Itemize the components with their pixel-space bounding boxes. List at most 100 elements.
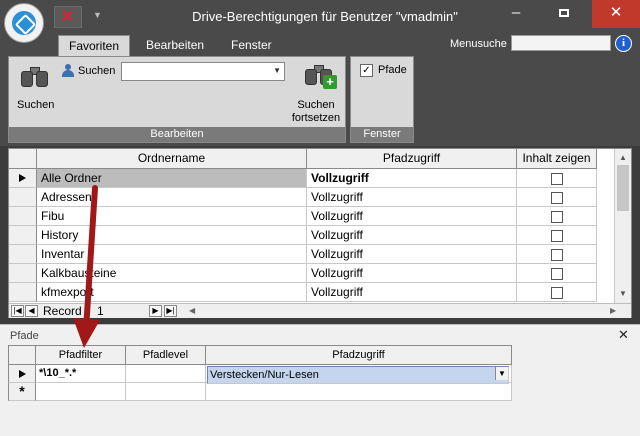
tab-fenster[interactable]: Fenster	[221, 35, 282, 56]
cell-ordnername[interactable]: Inventar	[37, 245, 307, 264]
vertical-scrollbar[interactable]: ▲ ▼	[614, 149, 631, 303]
suchen-label: Suchen	[78, 65, 116, 77]
inhalt-zeigen-checkbox[interactable]	[551, 230, 563, 242]
record-number-input[interactable]: 1	[97, 304, 104, 318]
suchen-button[interactable]: Suchen	[17, 99, 54, 111]
cell-pfadzugriff[interactable]: Vollzugriff	[307, 226, 517, 245]
new-row-marker[interactable]: *	[8, 383, 36, 401]
next-record-icon[interactable]: ▶	[149, 305, 162, 317]
column-header-pfadfilter[interactable]: Pfadfilter	[36, 345, 126, 365]
pfade-checkbox[interactable]: ✓	[360, 64, 373, 77]
user-icon	[61, 64, 75, 78]
menusuche-label: Menusuche	[450, 38, 507, 50]
table-row[interactable]: Kalkbausteine Vollzugriff	[9, 264, 609, 283]
column-header-inhalt-zeigen[interactable]: Inhalt zeigen	[517, 149, 597, 169]
new-record-row[interactable]: *	[8, 383, 512, 401]
binoculars-icon[interactable]	[21, 65, 49, 87]
table-row[interactable]: kfmexport Vollzugriff	[9, 283, 609, 302]
cell-pfadlevel[interactable]	[126, 365, 206, 383]
pfadzugriff-combo[interactable]: Verstecken/Nur-Lesen ▼	[207, 366, 509, 384]
row-selector[interactable]	[9, 169, 37, 188]
app-logo-icon[interactable]	[4, 3, 44, 43]
inhalt-zeigen-checkbox[interactable]	[551, 249, 563, 261]
last-record-icon[interactable]: ▶|	[164, 305, 177, 317]
select-all-cell[interactable]	[8, 345, 36, 365]
cell-pfadzugriff[interactable]: Vollzugriff	[307, 283, 517, 302]
quick-access-dropdown-icon[interactable]: ▼	[93, 10, 102, 20]
cell-pfadzugriff[interactable]: Vollzugriff	[307, 188, 517, 207]
table-row[interactable]: History Vollzugriff	[9, 226, 609, 245]
table-row[interactable]: Alle Ordner Vollzugriff	[9, 169, 609, 188]
cell-pfadzugriff[interactable]: Vollzugriff	[307, 264, 517, 283]
close-icon[interactable]: ✕	[618, 327, 629, 343]
binoculars-plus-icon[interactable]: +	[305, 63, 337, 89]
close-button[interactable]: ✕	[592, 0, 640, 28]
group-label-bearbeiten: Bearbeiten	[9, 127, 345, 142]
row-selector[interactable]	[9, 283, 37, 302]
cell-pfadzugriff[interactable]: Vollzugriff	[307, 245, 517, 264]
cell-ordnername[interactable]: Fibu	[37, 207, 307, 226]
pfade-panel: Pfade ✕ Pfadfilter Pfadlevel Pfadzugriff…	[0, 324, 640, 436]
cell-pfadlevel[interactable]	[126, 383, 206, 401]
record-navigator: |◀ ◀ Record 1 ▶ ▶| ◀ ▶	[9, 303, 631, 318]
cell-pfadzugriff[interactable]: Vollzugriff	[307, 169, 517, 188]
chevron-down-icon[interactable]: ▼	[273, 66, 281, 75]
table-row[interactable]: *\10_*.* Verstecken/Nur-Lesen ▼	[8, 365, 512, 384]
ribbon-body: Suchen Suchen ▼ + Suchen fortsetzen Bear…	[0, 56, 640, 146]
cell-ordnername[interactable]: History	[37, 226, 307, 245]
pfade-panel-title: Pfade	[10, 330, 39, 342]
scroll-up-icon[interactable]: ▲	[619, 153, 627, 162]
row-selector[interactable]	[8, 365, 36, 383]
folders-grid-rows: Alle Ordner Vollzugriff Adressen Vollzug…	[9, 169, 609, 302]
suchen-combo[interactable]: ▼	[121, 62, 285, 81]
column-header-pfadzugriff[interactable]: Pfadzugriff	[307, 149, 517, 169]
row-selector[interactable]	[9, 207, 37, 226]
cell-ordnername[interactable]: Kalkbausteine	[37, 264, 307, 283]
minimize-button[interactable]: –	[496, 0, 536, 28]
scroll-down-icon[interactable]: ▼	[619, 289, 627, 298]
inhalt-zeigen-checkbox[interactable]	[551, 173, 563, 185]
cell-pfadzugriff[interactable]	[206, 383, 512, 401]
tab-favoriten[interactable]: Favoriten	[58, 35, 131, 56]
cell-ordnername[interactable]: kfmexport	[37, 283, 307, 302]
chevron-down-icon[interactable]: ▼	[495, 367, 508, 380]
maximize-button[interactable]	[544, 0, 584, 28]
folders-grid-header: Ordnername Pfadzugriff Inhalt zeigen	[9, 149, 609, 169]
pfade-checkbox-label[interactable]: Pfade	[378, 64, 407, 76]
table-row[interactable]: Adressen Vollzugriff	[9, 188, 609, 207]
column-header-pfadzugriff[interactable]: Pfadzugriff	[206, 345, 512, 365]
inhalt-zeigen-checkbox[interactable]	[551, 192, 563, 204]
cell-pfadfilter[interactable]	[36, 383, 126, 401]
column-header-ordnername[interactable]: Ordnername	[37, 149, 307, 169]
scroll-right-icon[interactable]: ▶	[610, 306, 616, 315]
pfade-grid-header: Pfadfilter Pfadlevel Pfadzugriff	[8, 345, 512, 365]
cell-pfadzugriff[interactable]: Verstecken/Nur-Lesen ▼	[206, 365, 512, 384]
row-selector[interactable]	[9, 226, 37, 245]
scroll-left-icon[interactable]: ◀	[189, 306, 195, 315]
row-selector[interactable]	[9, 245, 37, 264]
tab-bearbeiten[interactable]: Bearbeiten	[136, 35, 214, 56]
group-bearbeiten: Suchen Suchen ▼ + Suchen fortsetzen Bear…	[8, 56, 346, 143]
first-record-icon[interactable]: |◀	[11, 305, 24, 317]
select-all-cell[interactable]	[9, 149, 37, 169]
info-icon[interactable]: i	[615, 35, 632, 52]
previous-record-icon[interactable]: ◀	[25, 305, 38, 317]
column-header-pfadlevel[interactable]: Pfadlevel	[126, 345, 206, 365]
inhalt-zeigen-checkbox[interactable]	[551, 211, 563, 223]
title-bar: ▼ Drive-Berechtigungen für Benutzer "vma…	[0, 0, 640, 34]
menusuche-input[interactable]	[511, 35, 611, 51]
cell-pfadzugriff[interactable]: Vollzugriff	[307, 207, 517, 226]
row-selector[interactable]	[9, 188, 37, 207]
undo-icon[interactable]	[54, 6, 82, 28]
inhalt-zeigen-checkbox[interactable]	[551, 287, 563, 299]
pfade-grid: Pfadfilter Pfadlevel Pfadzugriff *\10_*.…	[8, 345, 512, 401]
cell-pfadfilter[interactable]: *\10_*.*	[36, 365, 126, 383]
table-row[interactable]: Inventar Vollzugriff	[9, 245, 609, 264]
scrollbar-thumb[interactable]	[617, 165, 629, 211]
row-selector[interactable]	[9, 264, 37, 283]
cell-ordnername[interactable]: Alle Ordner	[37, 169, 307, 188]
table-row[interactable]: Fibu Vollzugriff	[9, 207, 609, 226]
inhalt-zeigen-checkbox[interactable]	[551, 268, 563, 280]
cell-ordnername[interactable]: Adressen	[37, 188, 307, 207]
suchen-fortsetzen-button[interactable]: Suchen fortsetzen	[285, 99, 347, 125]
